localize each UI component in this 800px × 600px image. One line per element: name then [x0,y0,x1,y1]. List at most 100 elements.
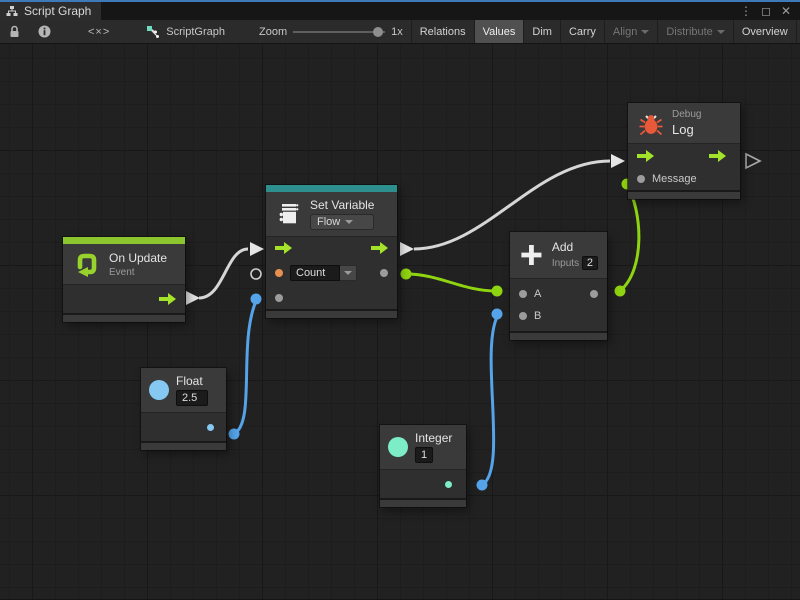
node-footer [141,441,226,450]
node-set-variable[interactable]: Set Variable Flow Count [266,185,397,318]
caret-down-icon [344,271,352,275]
full-screen-button[interactable]: Full Screen [796,20,800,43]
value-endpoint-float-out[interactable] [229,429,240,440]
node-header: Set Variable Flow [266,192,397,237]
port-row: Message [628,168,740,190]
lock-button[interactable] [0,20,29,43]
variable-name-dropdown[interactable] [340,265,357,281]
flow-in-port[interactable] [637,150,654,162]
node-footer [266,309,397,318]
dim-button[interactable]: Dim [523,20,560,43]
value-endpoint-integer-out[interactable] [477,480,488,491]
flow-out-connector-onupdate[interactable] [186,291,200,305]
zoom-slider[interactable] [293,26,385,38]
distribute-button[interactable]: Distribute [657,20,732,43]
node-footer [628,190,740,199]
zoom-slider-handle[interactable] [373,27,383,37]
node-debug-log[interactable]: Debug Log Message [628,103,740,199]
tab-script-graph[interactable]: Script Graph [0,2,101,20]
node-group-label: Debug [672,109,701,120]
input-a-port[interactable] [519,290,527,298]
variable-name-input[interactable]: Count [290,265,340,281]
overview-button[interactable]: Overview [733,20,796,43]
window-title-bar: Script Graph ⋮ ◻ ✕ [0,0,800,20]
flow-out-port[interactable] [159,293,176,305]
flow-out-port[interactable] [371,242,388,254]
value-in-port[interactable] [275,294,283,302]
zoom-label: Zoom [259,26,287,38]
node-header: Integer 1 [380,425,466,470]
window-menu-button[interactable]: ⋮ [738,3,754,19]
caret-down-icon [345,220,353,224]
script-graph-icon [146,25,160,39]
node-add[interactable]: Add Inputs 2 A B [510,232,607,340]
float-out-port[interactable] [207,424,214,431]
lock-icon [9,25,20,38]
tab-title: Script Graph [24,4,91,18]
input-a-label: A [534,288,541,300]
values-button[interactable]: Values [474,20,524,43]
node-footer [380,498,466,507]
maximize-button[interactable]: ◻ [758,3,774,19]
node-subtitle: Event [109,267,167,278]
variable-name-port[interactable] [275,269,283,277]
close-button[interactable]: ✕ [778,3,794,19]
flow-out-port[interactable] [709,150,726,162]
code-view-button[interactable]: <×> [60,20,138,43]
input-b-port[interactable] [519,312,527,320]
variable-name-field-group: Count [290,265,357,281]
carry-button[interactable]: Carry [560,20,604,43]
value-endpoint-add-a-in[interactable] [492,286,503,297]
node-integer[interactable]: Integer 1 [380,425,466,507]
align-button[interactable]: Align [604,20,657,43]
align-label: Align [613,26,637,38]
flow-in-port[interactable] [275,242,292,254]
port-row: A [510,283,607,305]
port-row [141,413,226,441]
integer-out-port[interactable] [445,481,452,488]
variable-scope-dropdown[interactable]: Flow [310,214,374,230]
graph-breadcrumb[interactable]: ScriptGraph [138,20,233,43]
value-endpoint-setvariable-value-in[interactable] [251,294,262,305]
value-endpoint-add-out[interactable] [615,286,626,297]
integer-type-icon [388,437,408,457]
zoom-slider-track[interactable] [293,31,385,33]
node-on-update[interactable]: On Update Event [63,237,185,322]
inputs-label: Inputs [552,258,579,269]
value-endpoint-setvariable-out[interactable] [401,269,412,280]
flow-in-connector-setvariable[interactable] [250,242,264,256]
flow-out-connector-debuglog-unconnected[interactable] [746,154,760,168]
node-title: Add [552,240,598,254]
node-footer [510,331,607,340]
inputs-count-input[interactable]: 2 [582,256,598,270]
caret-down-icon [641,30,649,34]
overview-label: Overview [742,26,788,38]
message-in-port[interactable] [637,175,645,183]
node-float[interactable]: Float 2.5 [141,368,226,450]
port-row: B [510,305,607,327]
float-value-input[interactable]: 2.5 [176,390,208,406]
values-label: Values [483,26,516,38]
flow-out-connector-setvariable[interactable] [400,242,414,256]
wire-value-integer-add-b [482,317,497,485]
wire-value-float-setvariable [234,301,256,434]
graph-canvas[interactable]: On Update Event Set Variable [0,44,800,599]
port-row [266,287,397,309]
bug-icon [638,110,664,136]
result-out-port[interactable] [590,290,598,298]
value-endpoint-add-b-in[interactable] [492,309,503,320]
value-connector-setvariable-name-unconnected[interactable] [251,269,261,279]
node-title: On Update [109,251,167,265]
relations-button[interactable]: Relations [411,20,474,43]
plus-icon [519,242,544,268]
float-type-icon [149,380,169,400]
caret-down-icon [717,30,725,34]
node-header: On Update Event [63,244,185,285]
scope-value: Flow [317,216,340,228]
value-out-port[interactable] [380,269,388,277]
integer-value-input[interactable]: 1 [415,447,433,463]
info-button[interactable] [29,20,60,43]
flow-in-connector-debuglog[interactable] [611,154,625,168]
node-title: Float [176,374,208,388]
relations-label: Relations [420,26,466,38]
